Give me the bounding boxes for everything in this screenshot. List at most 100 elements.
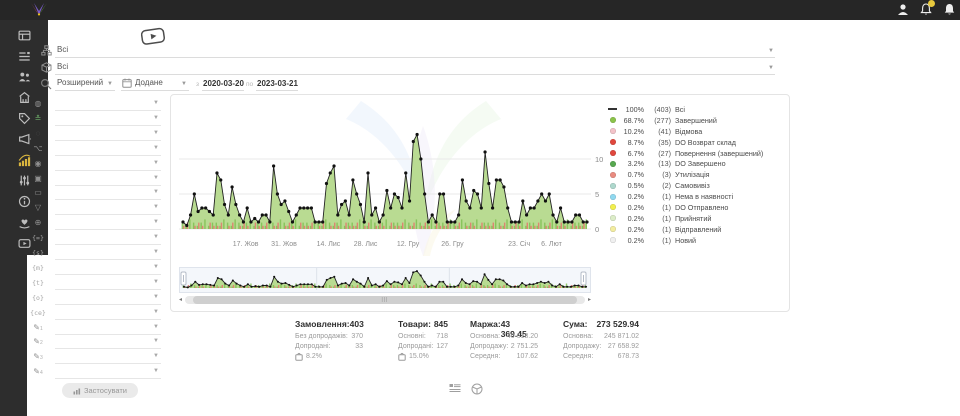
analytics-dashboard: Всі ▼ Всі ▼ Розширений ▼ Додане ▼ з 2020… [0,0,960,416]
sidebar-item-orders-list[interactable] [14,46,34,67]
chevron-down-icon: ▼ [153,368,159,374]
filter-row-status: ≛▼ [29,112,161,127]
site-filter-field[interactable] [55,216,161,230]
filter-row-payment: ▭▼ [29,186,161,201]
legend-percent: 6.7% [620,149,644,158]
stat-sub-label: Основна: [470,333,500,340]
date-from-input[interactable]: 2020-03-20 [202,77,244,91]
chevron-down-icon: ▼ [153,160,159,166]
legend-label: Новий [675,236,696,245]
scrollbar-thumb[interactable]: ||| [193,296,577,304]
scroll-left-icon[interactable]: ◂ [179,296,182,305]
legend-count: (277) [647,116,671,125]
legend-item[interactable]: 0.2%(1)Прийнятий [608,213,786,224]
legend-count: (1) [647,225,671,234]
legend-label: Повернення (завершений) [675,149,763,158]
source-filter-field[interactable] [55,44,775,58]
sidebar-item-users[interactable] [14,67,34,88]
sitemap-filter-field[interactable] [55,142,161,156]
status-filter-field[interactable] [55,112,161,126]
legend-item[interactable]: 0.2%(1)Нема в наявності [608,191,786,202]
legend-count: (3) [647,170,671,179]
legend-percent: 3.2% [620,159,644,168]
orders-chart-card: 100%(403)Всі68.7%(277)Завершений10.2%(41… [170,94,790,312]
package-filter-field[interactable] [55,172,161,186]
orders-chart[interactable] [179,101,591,241]
search-mode-select[interactable]: Розширений ▼ [55,77,115,91]
legend-item[interactable]: 0.2%(1)DO Отправлено [608,202,786,213]
payment-filter-field[interactable] [55,186,161,200]
var-filter-icon: {=} [29,232,47,244]
chevron-down-icon: ▼ [181,81,187,87]
legend-label: Відправлений [675,225,721,234]
stat-sub-value: 33 [355,343,363,350]
var-filter-field[interactable] [55,231,161,245]
legend-percent: 0.2% [620,225,644,234]
var-filter-icon: {t} [29,277,47,289]
chart-navigator[interactable] [179,267,591,293]
legend-item[interactable]: 0.2%(1) Відправлений [608,224,786,235]
legend-item[interactable]: 0.2%(1) Новий [608,235,786,246]
legend-item[interactable]: 8.7%(35)DO Возврат склад [608,137,786,148]
product-filter-field[interactable] [55,61,775,75]
globe-filter-field[interactable] [55,97,161,111]
legend-item[interactable]: 68.7%(277)Завершений [608,115,786,126]
chevron-down-icon: ▼ [153,145,159,151]
apply-button[interactable]: Застосувати [62,383,138,398]
date-to-input[interactable]: 2023-03-21 [256,77,298,91]
legend-line-swatch [608,108,617,110]
legend-count: (1) [647,236,671,245]
legend-percent: 0.2% [620,236,644,245]
custom-filter-field[interactable] [55,321,161,335]
chevron-down-icon: ▼ [153,204,159,210]
legend-item[interactable]: 10.2%(41)Відмова [608,126,786,137]
stat-sub-value: 107.62 [517,353,538,360]
stat-title: Замовлення: [295,319,350,331]
chevron-down-icon: ▼ [153,338,159,344]
app-logo-icon[interactable] [29,2,49,17]
chevron-down-icon: ▼ [153,115,159,121]
date-field-select[interactable]: Додане ▼ [121,77,189,91]
user-icon[interactable] [896,2,910,17]
list-view-icon[interactable] [449,383,461,395]
funnel-filter-field[interactable] [55,201,161,215]
bell-muted-icon[interactable] [942,2,956,17]
legend-item[interactable]: 0.5%(2)Самовивіз [608,180,786,191]
var-filter-field[interactable] [55,306,161,320]
sidebar-item-dashboard[interactable] [14,25,34,46]
custom-filter-field[interactable] [55,335,161,349]
stat-sub-label: Основні: [398,333,426,340]
legend-item[interactable]: 3.2%(13)DO Завершено [608,158,786,169]
custom-filter-icon: ✎2 [29,336,47,349]
var-filter-field[interactable] [55,276,161,290]
bell-icon[interactable] [919,2,933,17]
chevron-down-icon: ▼ [153,294,159,300]
filter-row-var: {t}▼ [29,276,161,291]
var-filter-field[interactable] [55,261,161,275]
scroll-right-icon[interactable]: ▸ [588,296,591,305]
package-view-icon[interactable] [471,383,483,395]
chart-scrollbar[interactable]: ◂ ||| ▸ [179,296,591,304]
search-mode-value: Розширений [57,78,103,87]
legend-item[interactable]: 100%(403)Всі [608,104,786,115]
custom-filter-field[interactable] [55,365,161,379]
legend-dot-swatch [608,161,617,167]
var-filter-field[interactable] [55,246,161,260]
legend-label: DO Отправлено [675,203,728,212]
legend-dot-swatch [608,215,617,221]
legend-label: DO Возврат склад [675,138,736,147]
legend-item[interactable]: 6.7%(27)Повернення (завершений) [608,148,786,159]
legend-item[interactable]: 0.7%(3)Утилізація [608,169,786,180]
custom-filter-field[interactable] [55,350,161,364]
circle-filter-field[interactable] [55,127,161,141]
legend-label: DO Завершено [675,159,726,168]
var-filter-icon: {s} [29,247,47,259]
legend-count: (1) [647,214,671,223]
legend-dot-swatch [608,204,617,210]
stat-sub-label: Допродажу: [470,343,508,350]
var-filter-field[interactable] [55,291,161,305]
search-icon[interactable] [40,78,52,90]
fingerprint-filter-field[interactable] [55,157,161,171]
custom-filter-icon: ✎4 [29,366,47,379]
y-tick-label: 0 [595,225,599,234]
